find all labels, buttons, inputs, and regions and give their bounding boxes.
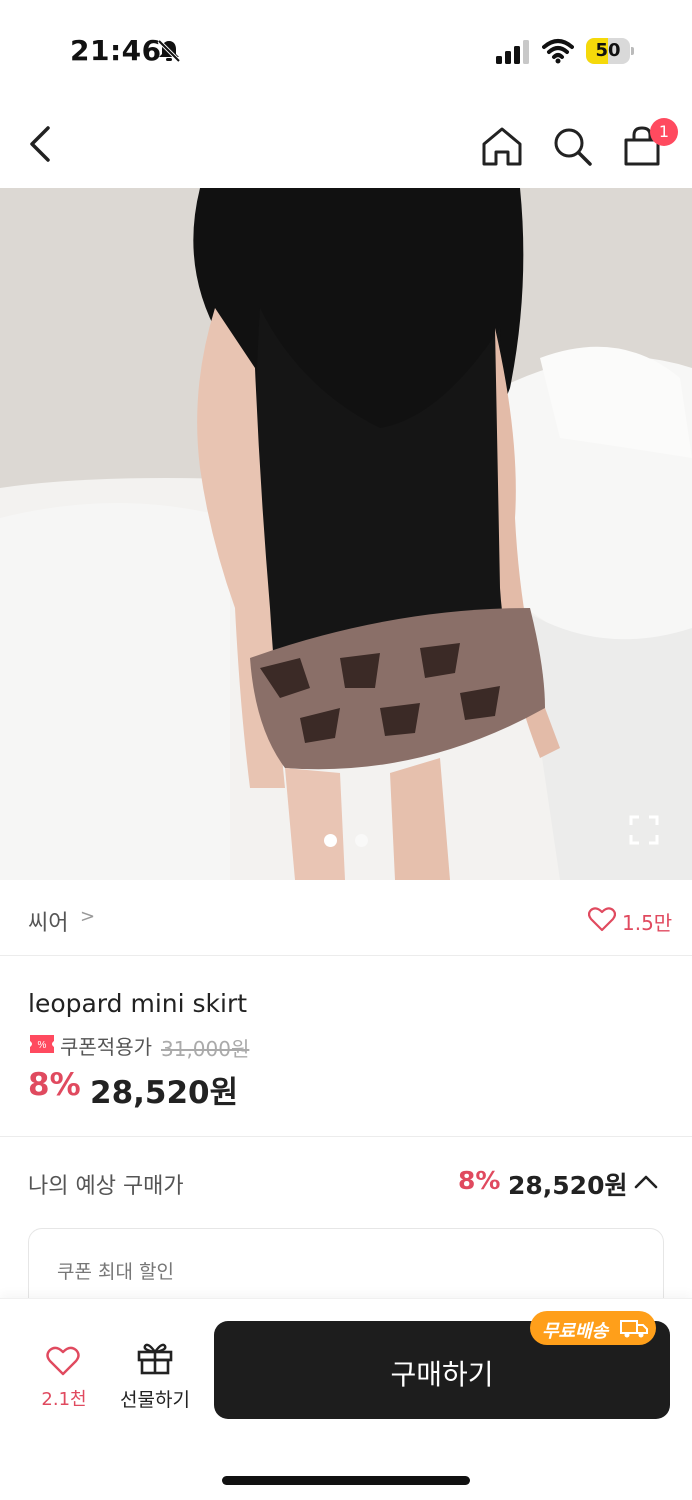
product-title: leopard mini skirt (28, 989, 248, 1018)
coupon-price-label: 쿠폰적용가 (60, 1035, 152, 1059)
expand-icon[interactable] (628, 814, 660, 846)
wishlist-button[interactable]: 2.1천 (24, 1335, 104, 1415)
top-nav-bar: 1 (0, 100, 692, 188)
battery-level: 50 (595, 40, 621, 61)
truck-icon (620, 1320, 648, 1338)
bottom-action-bar: 2.1천 선물하기 구매하기 무료배송 (0, 1298, 692, 1500)
gift-label: 선물하기 (120, 1389, 190, 1411)
home-icon[interactable] (480, 124, 524, 168)
product-image-gallery[interactable] (0, 188, 692, 880)
sale-price: 28,520원 (90, 1075, 239, 1111)
pagination-dot[interactable] (355, 834, 368, 847)
svg-text:%: % (38, 1040, 47, 1051)
gallery-pagination (324, 834, 374, 848)
product-info: leopard mini skirt % 쿠폰적용가 31,000원 8% 28… (0, 957, 692, 1137)
signal-icon (496, 40, 529, 64)
expected-price-label: 나의 예상 구매가 (28, 1174, 184, 1199)
pagination-dot-active[interactable] (324, 834, 337, 847)
status-time: 21:46 (70, 34, 162, 67)
coupon-box-label: 쿠폰 최대 할인 (57, 1261, 174, 1283)
back-icon[interactable] (20, 122, 64, 166)
free-shipping-label: 무료배송 (542, 1321, 609, 1342)
battery-tip (631, 47, 634, 55)
bell-off-icon (157, 39, 181, 63)
wishlist-count: 2.1천 (41, 1389, 87, 1410)
gift-button[interactable]: 선물하기 (110, 1335, 200, 1415)
discount-rate: 8% (28, 1067, 81, 1103)
wifi-icon (542, 39, 574, 64)
coupon-icon: % (30, 1035, 54, 1053)
brand-name[interactable]: 씨어 (28, 905, 68, 937)
free-shipping-badge: 무료배송 (530, 1311, 656, 1345)
brand-row[interactable]: 씨어 > 1.5만 (0, 880, 692, 956)
search-icon[interactable] (550, 124, 594, 168)
heart-icon[interactable] (588, 906, 616, 932)
status-bar: 21:46 50 (0, 0, 692, 100)
home-indicator (222, 1476, 470, 1485)
gift-icon (137, 1343, 173, 1375)
expected-price-value: 28,520원 (508, 1171, 628, 1200)
expected-discount-rate: 8% (458, 1166, 501, 1195)
expected-price-row[interactable]: 나의 예상 구매가 8% 28,520원 (0, 1138, 692, 1228)
battery-icon: 50 (586, 38, 634, 64)
cart-count-badge: 1 (650, 118, 678, 146)
buy-button-label: 구매하기 (390, 1358, 494, 1391)
original-price: 31,000원 (161, 1037, 250, 1061)
chevron-up-icon[interactable] (634, 1172, 658, 1190)
brand-like-count: 1.5만 (622, 911, 673, 935)
heart-icon (46, 1346, 80, 1376)
battery-body: 50 (586, 38, 630, 64)
product-photo (0, 188, 692, 880)
chevron-right-icon: > (80, 906, 96, 927)
